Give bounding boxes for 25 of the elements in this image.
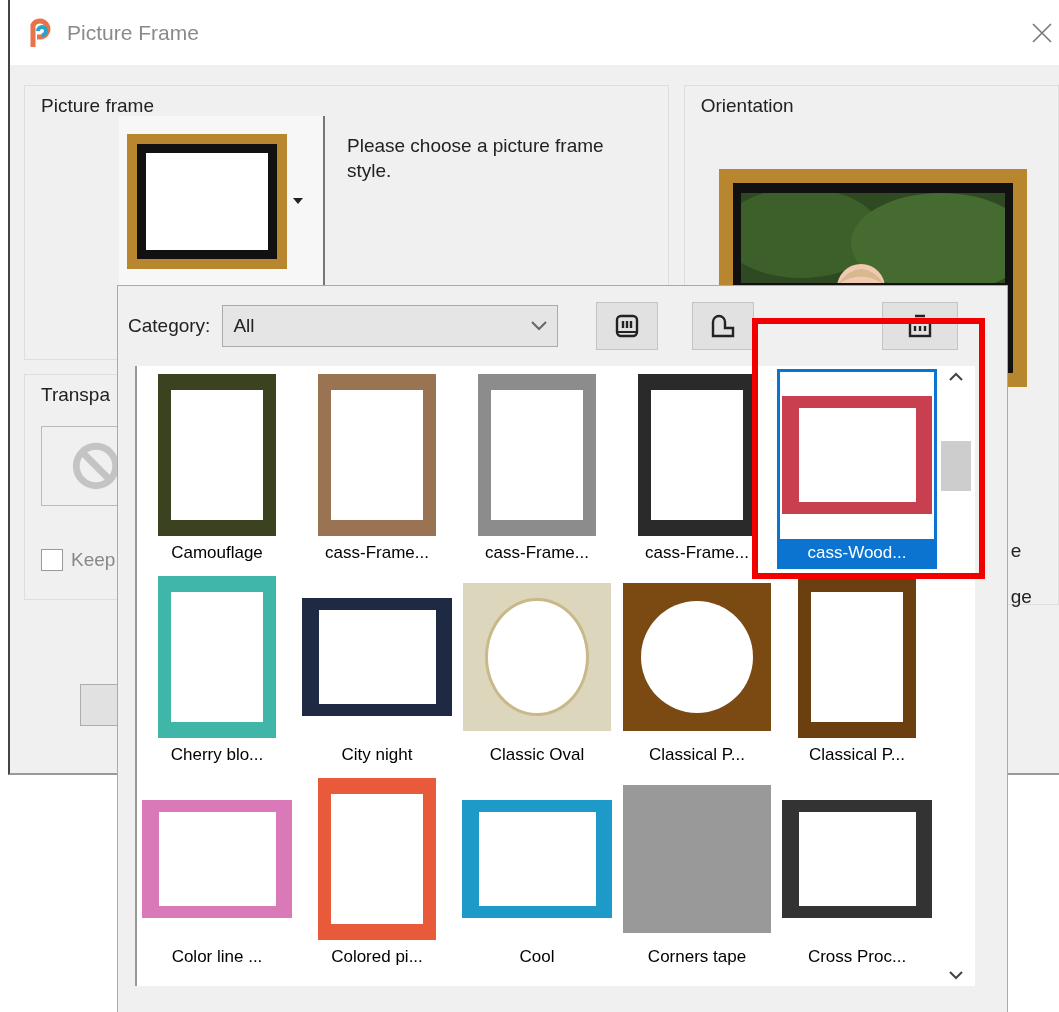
category-dropdown[interactable]: All — [222, 305, 559, 347]
scroll-up-icon[interactable] — [949, 372, 963, 382]
caret-icon — [293, 198, 303, 204]
group-title: Transpa — [41, 383, 110, 407]
panel-icon — [711, 314, 736, 338]
scrollbar[interactable] — [937, 366, 975, 986]
group-title: Orientation — [700, 94, 794, 118]
view-button[interactable] — [692, 302, 755, 350]
frame-style-button[interactable] — [119, 116, 325, 286]
checkbox[interactable] — [41, 548, 63, 571]
group-title: Picture frame — [41, 94, 154, 118]
close-icon[interactable] — [1031, 21, 1053, 44]
panel-icon — [908, 314, 933, 338]
view-button[interactable] — [596, 302, 659, 350]
chevron-icon — [531, 321, 548, 331]
frame-item[interactable]: cass-Wood... — [777, 369, 937, 569]
category-label: Category: — [128, 313, 211, 338]
scrollbar-thumb[interactable] — [941, 441, 971, 491]
window-title: Picture Frame — [67, 19, 199, 46]
scroll-down-icon[interactable] — [949, 970, 963, 980]
hint-text: Please choose a picture frame style. — [347, 134, 605, 183]
option-label: e — [1010, 538, 1023, 563]
checkbox-label: Keep — [71, 547, 116, 572]
panel-icon — [615, 314, 640, 338]
option-label: ge — [1010, 585, 1033, 609]
